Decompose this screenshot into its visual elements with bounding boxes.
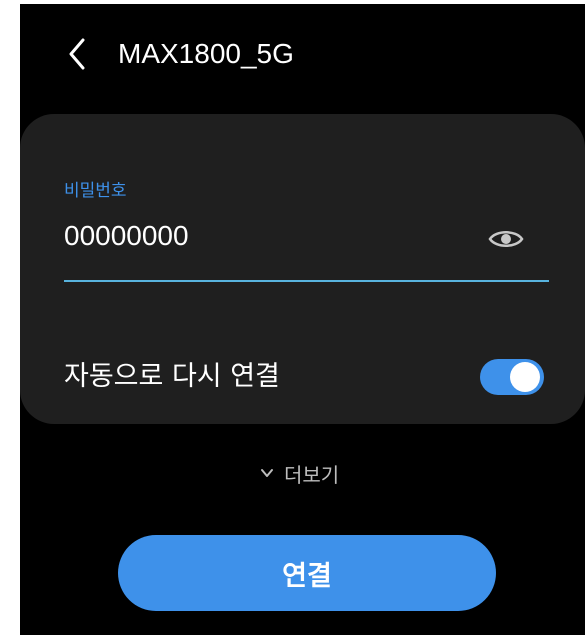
eye-icon xyxy=(488,231,524,247)
auto-reconnect-label: 자동으로 다시 연결 xyxy=(64,361,280,392)
show-password-button[interactable] xyxy=(486,224,526,254)
password-label: 비밀번호 xyxy=(64,181,127,201)
back-button[interactable] xyxy=(60,34,94,74)
network-name-title: MAX1800_5G xyxy=(118,38,294,69)
connect-button[interactable]: 연결 xyxy=(118,535,496,611)
wifi-connect-screen: MAX1800_5G 비밀번호 자동으로 다시 연결 더보기 연결 xyxy=(20,4,585,635)
password-input[interactable] xyxy=(64,216,444,256)
more-options-button[interactable]: 더보기 xyxy=(260,458,339,488)
auto-reconnect-toggle[interactable] xyxy=(480,359,544,395)
connect-button-label: 연결 xyxy=(282,560,332,592)
chevron-left-icon xyxy=(69,38,85,70)
chevron-down-icon xyxy=(261,469,273,477)
more-options-label: 더보기 xyxy=(284,462,340,487)
connection-settings-card: 비밀번호 자동으로 다시 연결 xyxy=(20,114,585,424)
toggle-knob xyxy=(510,362,540,392)
password-underline xyxy=(64,280,549,282)
